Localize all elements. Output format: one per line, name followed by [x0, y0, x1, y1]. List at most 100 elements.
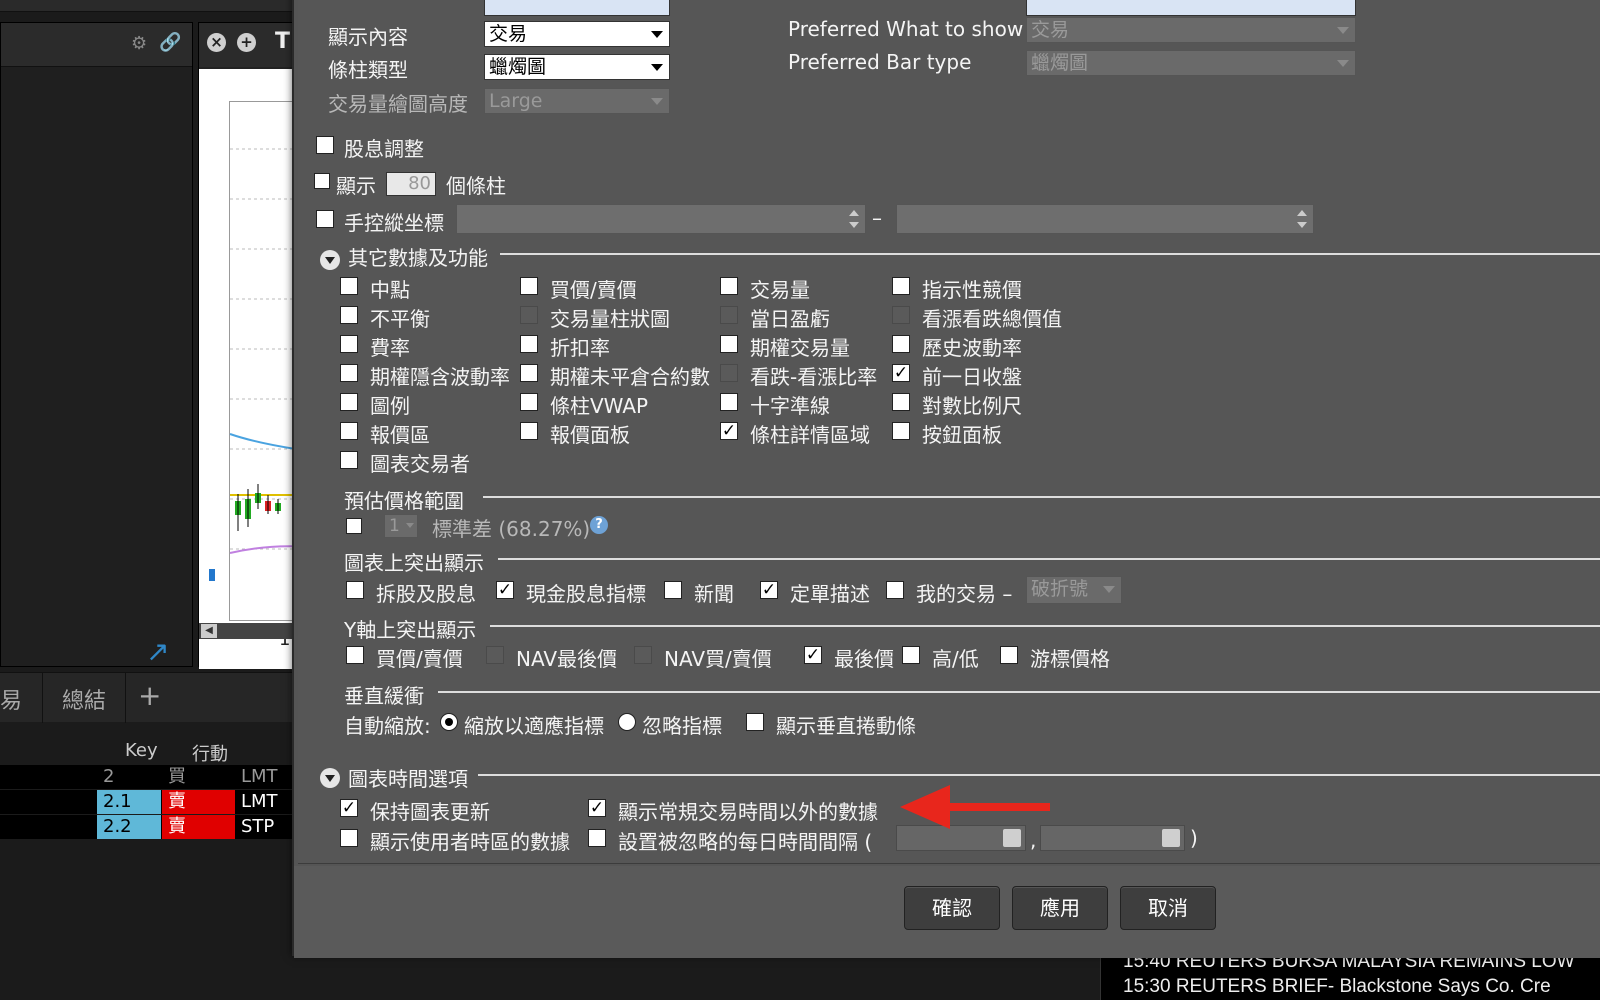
other-data-checkbox[interactable] — [340, 451, 358, 469]
manual-y-checkbox[interactable] — [316, 210, 334, 228]
add-icon[interactable]: + — [237, 33, 256, 52]
y-highlight-checkbox[interactable] — [634, 646, 652, 664]
section-divider — [498, 558, 1600, 560]
volume-height-select[interactable]: Large — [484, 88, 670, 114]
dividend-adjust-checkbox[interactable] — [316, 136, 334, 154]
tab-summary[interactable]: 總結 — [62, 683, 106, 715]
y-highlight-checkbox[interactable]: ✓ — [804, 646, 822, 664]
link-icon[interactable]: 🔗 — [159, 32, 181, 53]
show-content-select[interactable]: 交易 — [484, 21, 670, 47]
cancel-button[interactable]: 取消 — [1120, 886, 1216, 930]
y-highlight-checkbox[interactable] — [486, 646, 504, 664]
other-data-label: 十字準線 — [750, 394, 830, 418]
other-data-checkbox[interactable] — [892, 422, 910, 440]
chart-highlight-checkbox[interactable] — [886, 581, 904, 599]
apply-button[interactable]: 應用 — [1012, 886, 1108, 930]
other-data-checkbox[interactable] — [340, 364, 358, 382]
ignored-end-time-input[interactable] — [1040, 825, 1185, 851]
other-data-label: 圖表交易者 — [370, 452, 470, 476]
chart-highlight-checkbox[interactable] — [664, 581, 682, 599]
other-data-checkbox[interactable] — [520, 393, 538, 411]
other-data-checkbox[interactable] — [720, 306, 738, 324]
gear-icon[interactable]: ⚙ — [131, 33, 147, 54]
chart-highlight-checkbox[interactable]: ✓ — [760, 581, 778, 599]
other-data-checkbox[interactable] — [892, 277, 910, 295]
bottom-tabs: 易 總結 + — [0, 672, 300, 723]
user-timezone-label: 顯示使用者時區的數據 — [370, 830, 570, 854]
other-data-checkbox[interactable] — [520, 422, 538, 440]
manual-y-min-spinner[interactable] — [456, 204, 866, 234]
keep-updated-checkbox[interactable]: ✓ — [340, 799, 358, 817]
time-period-select[interactable] — [484, 0, 670, 16]
close-icon[interactable]: × — [207, 33, 226, 52]
dialog-footer: 確認 應用 取消 — [294, 866, 1600, 958]
help-icon[interactable]: ? — [590, 516, 608, 534]
order-row[interactable]: 2.2 賣 STP — [0, 815, 300, 839]
scroll-left-icon[interactable]: ◀ — [201, 624, 217, 638]
scale-fit-indicators-label: 縮放以適應指標 — [464, 714, 604, 738]
price-range-select[interactable]: 1 — [384, 514, 418, 538]
user-timezone-checkbox[interactable] — [340, 829, 358, 847]
other-data-checkbox[interactable] — [520, 306, 538, 324]
other-data-checkbox[interactable] — [720, 364, 738, 382]
ignored-interval-checkbox[interactable] — [588, 829, 606, 847]
other-data-checkbox[interactable]: ✓ — [892, 364, 910, 382]
chart-highlight-label: 現金股息指標 — [526, 582, 646, 606]
order-type: STP — [241, 816, 275, 837]
show-vertical-scroll-checkbox[interactable] — [746, 713, 764, 731]
other-data-checkbox[interactable] — [340, 335, 358, 353]
price-range-text: 標準差 (68.27%) — [432, 517, 591, 541]
manual-y-max-spinner[interactable] — [896, 204, 1314, 234]
chart-highlight-checkbox[interactable]: ✓ — [496, 581, 514, 599]
expand-arrow-icon[interactable]: ↗ — [146, 635, 169, 668]
chart-title: T — [275, 29, 291, 54]
chart-highlight-label: 新聞 — [694, 582, 734, 606]
other-data-label: 交易量 — [750, 278, 810, 302]
preferred-time-select[interactable] — [1026, 0, 1356, 16]
other-data-checkbox[interactable] — [720, 277, 738, 295]
y-highlight-checkbox[interactable] — [1000, 646, 1018, 664]
other-data-checkbox[interactable] — [340, 393, 358, 411]
manual-y-dash: – — [872, 206, 882, 230]
order-row[interactable]: 2.1 賣 LMT — [0, 790, 300, 814]
y-highlight-checkbox[interactable] — [346, 646, 364, 664]
other-data-checkbox[interactable] — [520, 277, 538, 295]
collapse-other-data-icon[interactable] — [320, 250, 340, 270]
other-data-checkbox[interactable] — [340, 277, 358, 295]
section-divider — [478, 774, 1600, 776]
other-data-checkbox[interactable] — [892, 335, 910, 353]
bar-type-select[interactable]: 蠟燭圖 — [484, 54, 670, 80]
other-data-checkbox[interactable] — [340, 422, 358, 440]
add-tab-icon[interactable]: + — [138, 679, 161, 712]
ok-button[interactable]: 確認 — [904, 886, 1000, 930]
other-data-checkbox[interactable] — [340, 306, 358, 324]
show-bars-checkbox[interactable] — [314, 173, 330, 189]
my-trades-style-select[interactable]: 破折號 — [1026, 576, 1122, 604]
other-data-label: 報價區 — [370, 423, 430, 447]
other-data-checkbox[interactable] — [720, 335, 738, 353]
other-data-checkbox[interactable] — [720, 393, 738, 411]
chart-highlight-checkbox[interactable] — [346, 581, 364, 599]
y-highlight-checkbox[interactable] — [902, 646, 920, 664]
collapse-time-options-icon[interactable] — [320, 768, 340, 788]
calendar-icon[interactable] — [1162, 829, 1180, 847]
my-trades-style-value: 破折號 — [1031, 578, 1089, 600]
other-data-checkbox[interactable] — [892, 306, 910, 324]
scale-fit-indicators-radio[interactable] — [440, 713, 458, 731]
price-range-checkbox[interactable] — [346, 518, 362, 534]
other-data-checkbox[interactable] — [892, 393, 910, 411]
tab-trades[interactable]: 易 — [0, 683, 22, 715]
ignore-indicators-radio[interactable] — [618, 713, 636, 731]
chart-highlight-label: 我的交易 – — [916, 582, 1013, 606]
other-data-checkbox[interactable] — [520, 364, 538, 382]
order-row[interactable]: 2 買 LMT — [0, 765, 300, 789]
preferred-bar-select[interactable]: 蠟燭圖 — [1026, 50, 1356, 76]
other-data-label: 對數比例尺 — [922, 394, 1022, 418]
other-data-label: 買價/賣價 — [550, 278, 637, 302]
outside-rth-checkbox[interactable]: ✓ — [588, 799, 606, 817]
other-data-checkbox[interactable]: ✓ — [720, 422, 738, 440]
preferred-show-select[interactable]: 交易 — [1026, 17, 1356, 43]
show-bars-input[interactable]: 80 — [386, 172, 436, 196]
news-item[interactable]: 15:30 REUTERS BRIEF- Blackstone Says Co.… — [1123, 976, 1551, 998]
other-data-checkbox[interactable] — [520, 335, 538, 353]
